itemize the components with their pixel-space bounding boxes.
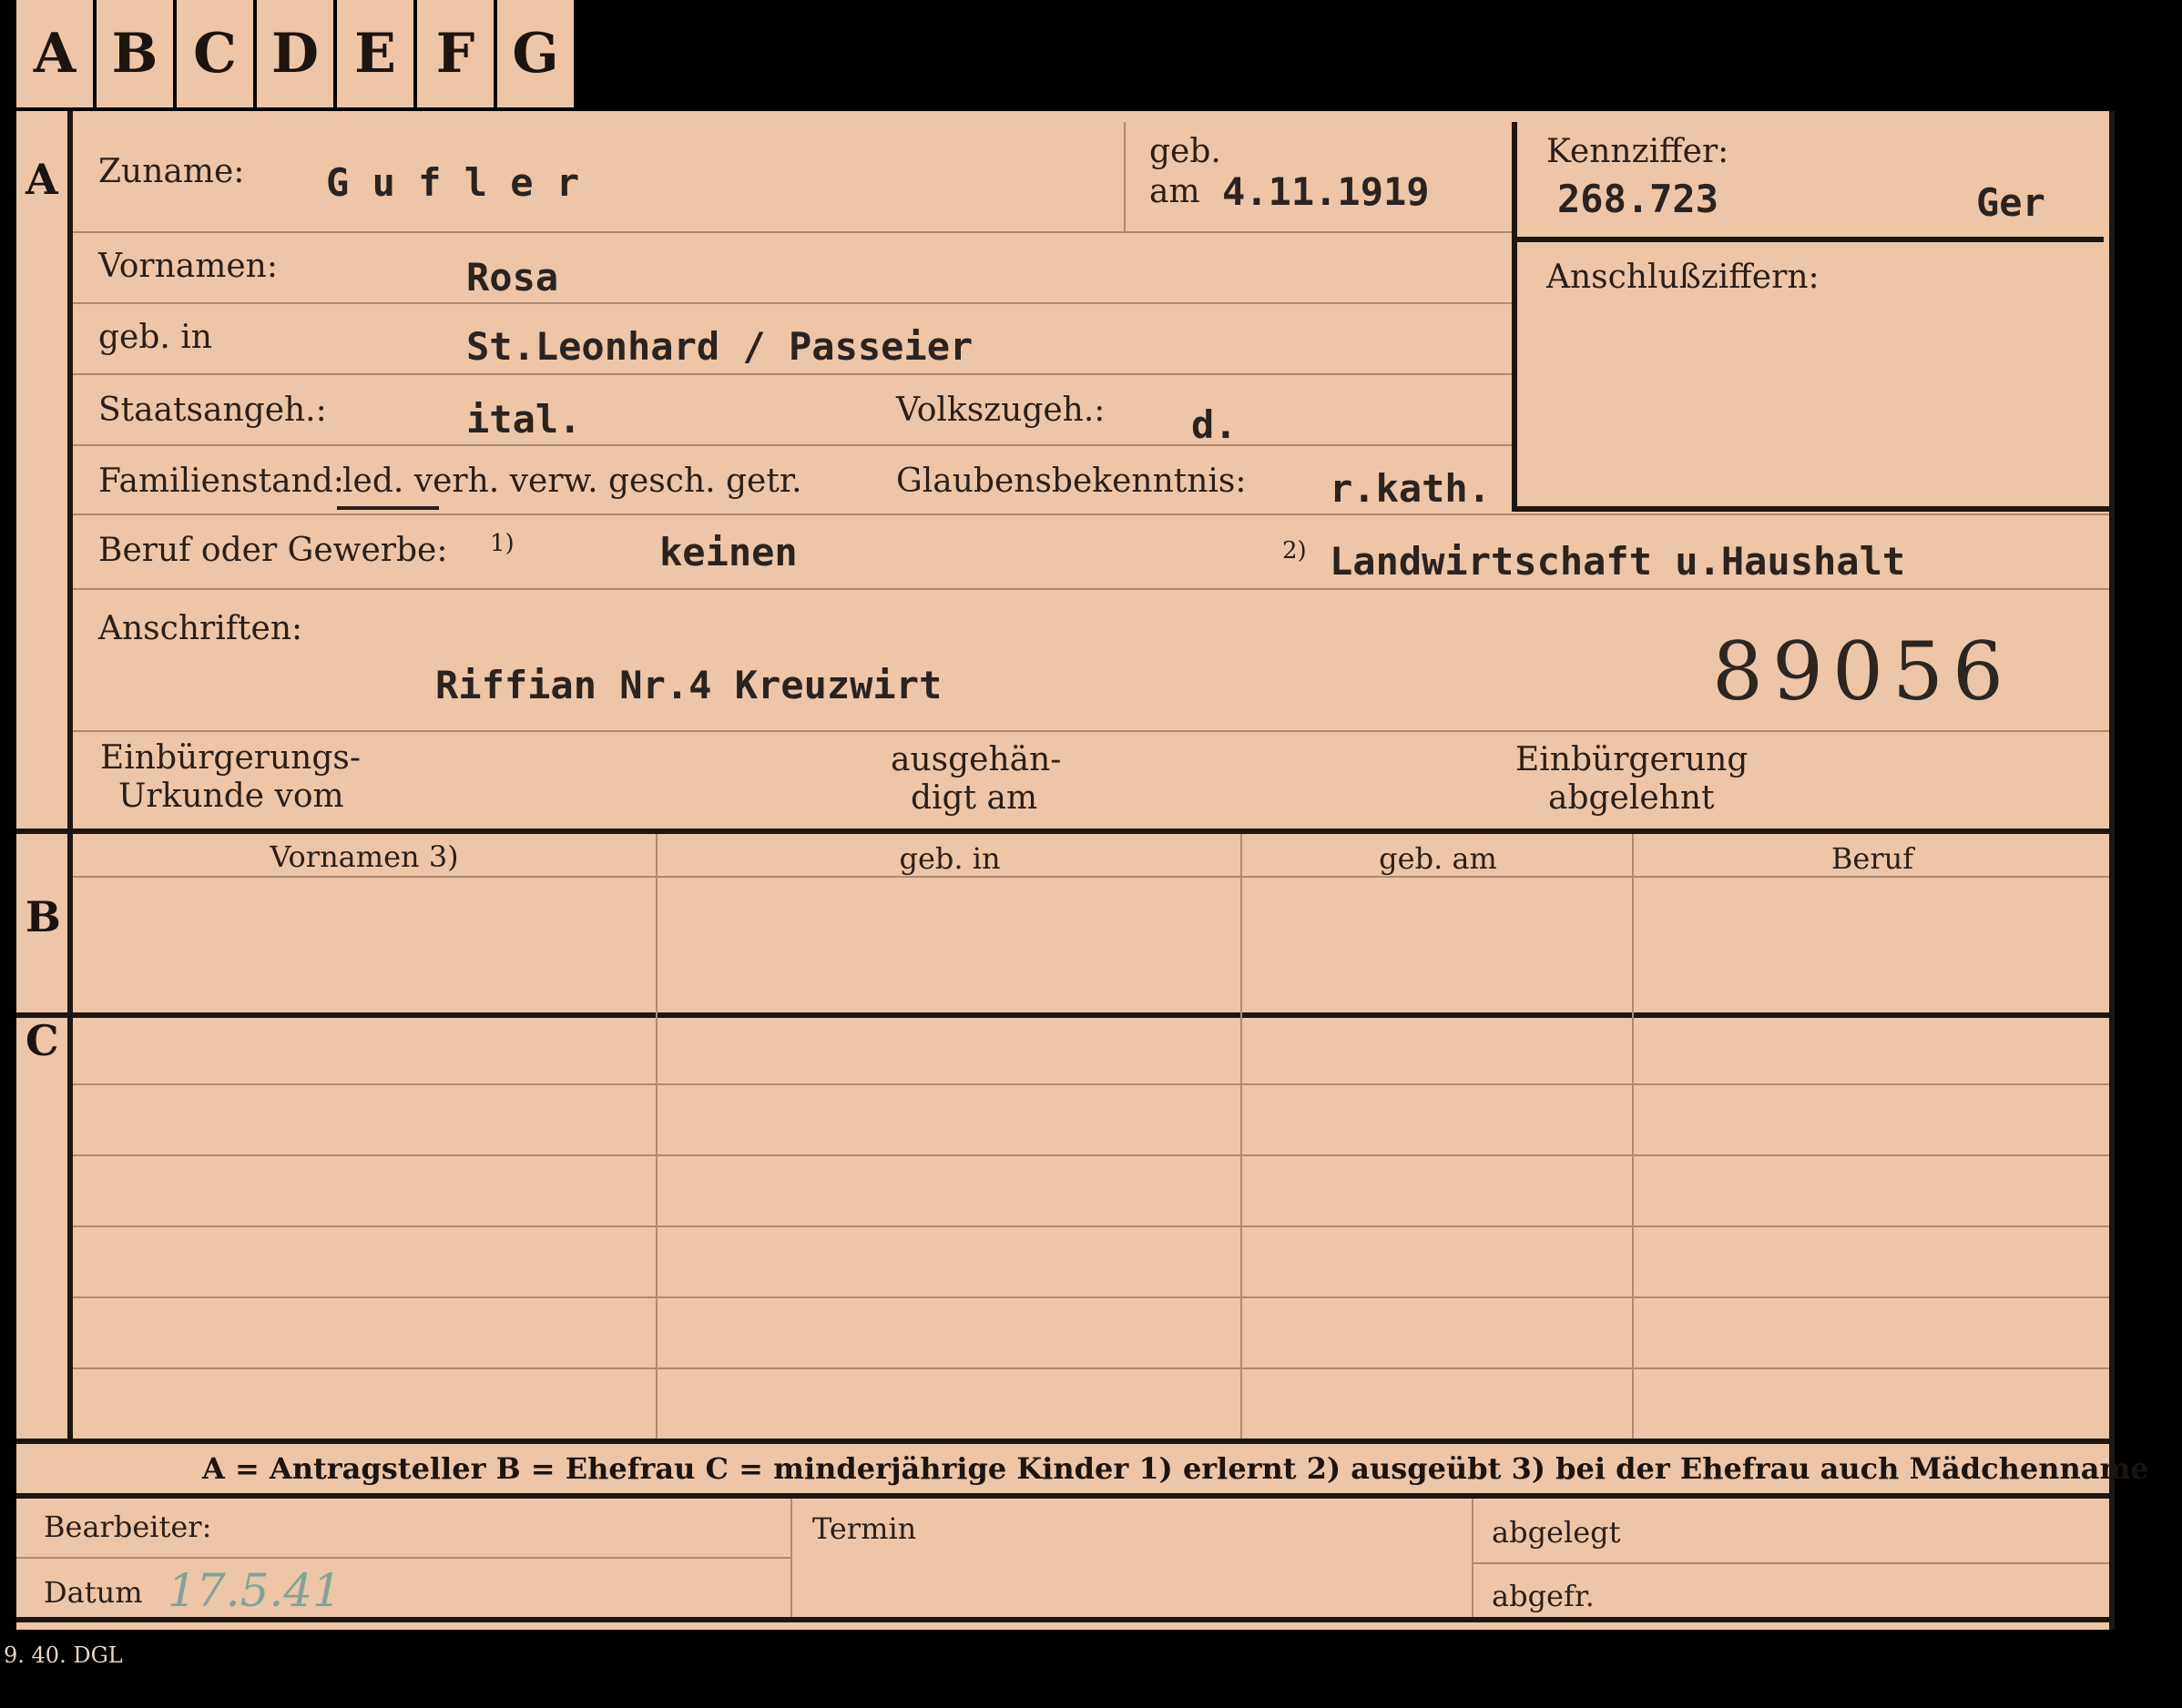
beruf-mark-1: 1) (490, 530, 515, 557)
tab-f: F (417, 0, 494, 107)
c-row-rule-4 (73, 1296, 2109, 1298)
tab-g: G (497, 0, 574, 107)
rule-4 (73, 444, 1512, 446)
termin-label: Termin (812, 1511, 917, 1546)
kennziffer-label: Kennziffer: (1546, 133, 1729, 170)
datum-label: Datum (44, 1575, 143, 1610)
rule-6 (73, 588, 2109, 590)
c-row-rule-3 (73, 1225, 2109, 1227)
c-row-rule-2 (73, 1154, 2109, 1156)
abgefr-label: abgefr. (1492, 1579, 1595, 1613)
geb-am-value: 4.11.1919 (1222, 169, 1430, 214)
col-divider-1 (656, 834, 658, 1439)
section-a-bottom (16, 829, 2109, 834)
geb-divider (1124, 122, 1126, 231)
col-divider-2 (1240, 834, 1242, 1439)
anschriften-label: Anschriften: (98, 610, 303, 647)
ausgehaendigt-line2: digt am (911, 779, 1038, 817)
card-bottom (16, 1617, 2109, 1622)
c-row-rule-1 (73, 1083, 2109, 1085)
abgelegt-label: abgelegt (1492, 1515, 1621, 1550)
footer-rule-right (1473, 1562, 2109, 1564)
anschriften-value: Riffian Nr.4 Kreuzwirt (435, 663, 943, 707)
kennziffer-suffix: Ger (1976, 180, 2045, 225)
col-header-beruf: Beruf (1830, 841, 1914, 876)
staatsangeh-value: ital. (466, 397, 582, 442)
staatsangeh-label: Staatsangeh.: (98, 391, 327, 429)
vornamen-value: Rosa (466, 255, 559, 300)
footer-rule-left (16, 1557, 790, 1559)
col-header-geb-am: geb. am (1379, 841, 1497, 876)
footer-divider-2 (1472, 1499, 1473, 1617)
index-tabs: A B C D E F G (16, 0, 577, 111)
volkszugeh-value: d. (1191, 402, 1238, 447)
stamp-number: 89056 (1712, 625, 2013, 718)
kennziffer-box-mid (1512, 237, 2104, 242)
glauben-value: r.kath. (1330, 466, 1492, 511)
geb-in-value: St.Leonhard / Passeier (466, 324, 974, 369)
right-frame (2109, 111, 2115, 1630)
einb-urkunde-line1: Einbürgerungs- (100, 739, 362, 777)
abgelehnt-line2: abgelehnt (1548, 779, 1715, 817)
kennziffer-box-bottom (1512, 506, 2109, 512)
geb-in-label: geb. in (98, 319, 212, 356)
am-label: am (1149, 173, 1200, 210)
ausgehaendigt-line1: ausgehän- (891, 741, 1062, 778)
c-row-rule-5 (73, 1367, 2109, 1369)
print-mark: 9. 40. DGL (4, 1642, 123, 1668)
bearbeiter-label: Bearbeiter: (44, 1510, 212, 1544)
section-c-bottom (16, 1439, 2109, 1444)
familienstand-options: led. verh. verw. gesch. getr. (342, 463, 802, 500)
beruf-label: Beruf oder Gewerbe: (98, 532, 448, 569)
abgelehnt-line1: Einbürgerung (1515, 741, 1749, 778)
col-header-vornamen: Vornamen 3) (270, 839, 459, 874)
zuname-value: G u f l e r (326, 160, 580, 205)
section-label-b: B (25, 892, 61, 941)
rule-3 (73, 373, 1512, 375)
kennziffer-box-left (1512, 122, 1517, 510)
kennziffer-value: 268.723 (1557, 177, 1719, 221)
tab-a: A (16, 0, 93, 107)
tab-b: B (97, 0, 173, 107)
zuname-label: Zuname: (98, 153, 245, 190)
volkszugeh-label: Volkszugeh.: (896, 391, 1106, 429)
beruf-mark-2: 2) (1282, 537, 1307, 564)
left-section-divider (67, 111, 73, 1440)
footer-divider-1 (790, 1499, 792, 1617)
legend-line: A = Antragsteller B = Ehefrau C = minder… (202, 1451, 2149, 1486)
einb-urkunde-line2: Urkunde vom (118, 778, 344, 815)
rule-2 (73, 302, 1512, 304)
geb-label: geb. (1149, 133, 1221, 170)
header-rule (73, 876, 2109, 878)
rule-7 (73, 730, 2109, 732)
datum-value: 17.5.41 (168, 1564, 342, 1617)
section-label-c: C (25, 1016, 59, 1065)
col-divider-3 (1632, 834, 1634, 1439)
tab-e: E (337, 0, 413, 107)
section-b-bottom (16, 1012, 2109, 1018)
rule-5 (73, 513, 2109, 515)
rule-1 (73, 231, 1512, 233)
familienstand-underline (337, 506, 439, 510)
anschlussziffern-label: Anschlußziffern: (1546, 259, 1820, 296)
legend-bottom (16, 1493, 2109, 1499)
glauben-label: Glaubensbekenntnis: (896, 463, 1247, 500)
familienstand-label: Familienstand: (98, 463, 344, 500)
vornamen-label: Vornamen: (98, 248, 278, 285)
tab-c: C (177, 0, 253, 107)
beruf-value-1: keinen (659, 530, 798, 574)
tab-d: D (257, 0, 333, 107)
beruf-value-2: Landwirtschaft u.Haushalt (1330, 539, 1906, 584)
section-label-a: A (25, 155, 58, 204)
col-header-geb-in: geb. in (899, 841, 1001, 876)
